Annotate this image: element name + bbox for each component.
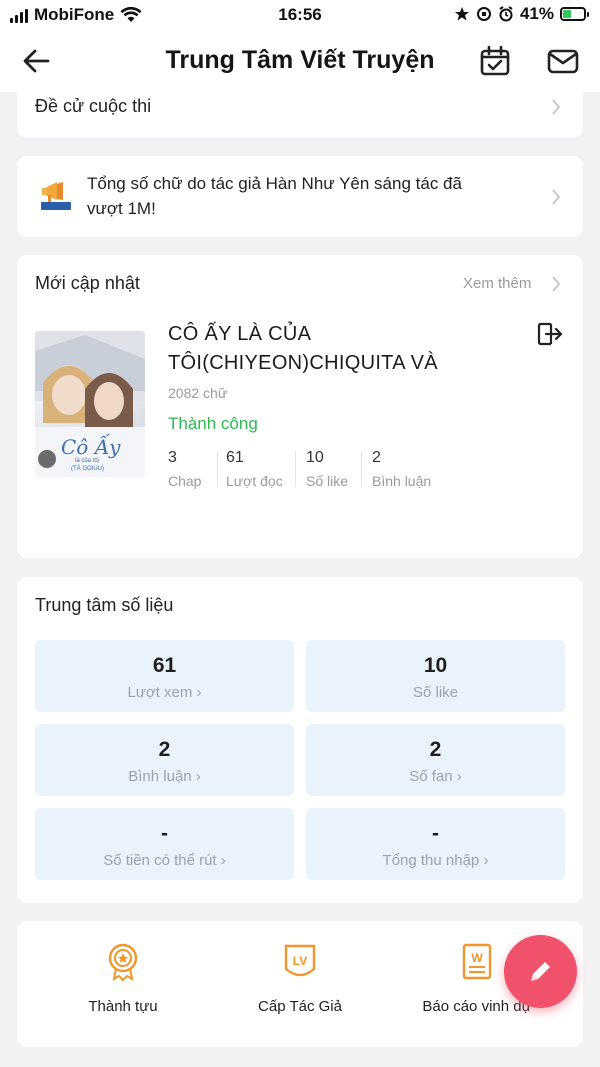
calendar-check-icon[interactable] — [478, 44, 512, 78]
app-header: Trung Tâm Viết Truyện — [0, 30, 600, 92]
metric-label: Tổng thu nhập › — [382, 852, 489, 869]
metric-views[interactable]: 61 Lượt xem › — [35, 640, 294, 712]
announcement-text-1: Tổng số chữ do tác giả Hàn Như Yên sáng … — [87, 174, 462, 193]
stat-chap: 3 Chap — [168, 449, 201, 489]
publish-status: Thành công — [168, 414, 258, 433]
divider — [361, 451, 362, 487]
metric-fans[interactable]: 2 Số fan › — [306, 724, 565, 796]
metrics-card: Trung tâm số liệu 61 Lượt xem › 10 Số li… — [17, 577, 583, 903]
chevron-right-icon[interactable] — [551, 275, 561, 293]
cover-subtitle-2: (TÁ GOIUU) — [71, 466, 104, 472]
stat-value: 2 — [372, 449, 381, 466]
write-fab-button[interactable] — [504, 935, 577, 1008]
metric-label: Số fan › — [409, 768, 462, 785]
cover-subtitle: là của tôi — [75, 458, 100, 464]
word-count: 2082 chữ — [168, 385, 228, 401]
chevron-right-icon: › — [456, 768, 462, 785]
metric-total-income[interactable]: - Tổng thu nhập › — [306, 808, 565, 880]
achievements-button[interactable]: Thành tựu — [48, 943, 198, 1015]
rotation-lock-icon — [476, 7, 491, 21]
svg-text:W: W — [471, 951, 483, 965]
pencil-icon — [531, 962, 550, 981]
metric-value: 10 — [423, 654, 448, 677]
achievements-label: Thành tựu — [88, 998, 158, 1015]
svg-text:LV: LV — [293, 954, 307, 968]
metric-value: 2 — [158, 738, 171, 761]
story-cover[interactable]: Cô Ấy là của tôi (TÁ GOIUU) — [35, 331, 145, 477]
stat-value: 10 — [306, 449, 324, 466]
stat-label: Số like — [306, 473, 349, 489]
metric-likes[interactable]: 10 Số like — [306, 640, 565, 712]
announcement-text-2: vượt 1M! — [87, 199, 156, 218]
medal-icon — [108, 943, 138, 982]
metric-value: - — [432, 822, 439, 845]
alarm-icon — [499, 6, 513, 22]
chevron-right-icon — [552, 189, 561, 205]
author-level-label: Cấp Tác Giả — [258, 998, 342, 1015]
tools-card: Thành tựu LV Cấp Tác Giả W Báo cáo vinh … — [17, 921, 583, 1047]
status-icons: 41% — [454, 4, 589, 24]
metric-label: Lượt xem › — [127, 684, 202, 701]
chevron-right-icon: › — [196, 684, 202, 701]
mail-icon[interactable] — [546, 44, 580, 78]
see-more-link[interactable]: Xem thêm — [463, 275, 531, 292]
metric-value: 2 — [429, 738, 442, 761]
announcement-card[interactable]: Tổng số chữ do tác giả Hàn Như Yên sáng … — [17, 156, 583, 237]
chevron-right-icon: › — [483, 852, 489, 869]
star-icon — [454, 7, 469, 21]
metric-comments[interactable]: 2 Bình luận › — [35, 724, 294, 796]
updates-title: Mới cập nhật — [35, 273, 140, 293]
stat-likes: 10 Số like — [306, 449, 348, 489]
metric-label: Số tiền có thể rút › — [103, 852, 226, 869]
stat-comments: 2 Bình luận — [372, 449, 431, 489]
status-bar: MobiFone 16:56 41% — [0, 0, 600, 30]
stat-reads: 61 Lượt đọc — [226, 449, 283, 489]
stat-value: 61 — [226, 449, 244, 466]
story-title-line-2: TÔI(CHIYEON)CHIQUITA VÀ — [168, 352, 438, 374]
divider — [295, 451, 296, 487]
contest-row[interactable]: Đề cử cuộc thi — [17, 92, 583, 138]
megaphone-icon — [41, 182, 71, 210]
battery-percent: 41% — [519, 4, 554, 23]
chevron-right-icon: › — [220, 852, 226, 869]
author-level-button[interactable]: LV Cấp Tác Giả — [225, 943, 375, 1015]
metric-value: - — [161, 822, 168, 845]
share-exit-icon[interactable] — [537, 321, 563, 347]
stat-value: 3 — [168, 449, 177, 466]
metric-label: Bình luận › — [128, 768, 201, 785]
cover-title: Cô Ấy — [61, 435, 121, 459]
chevron-right-icon — [552, 99, 561, 115]
story-title[interactable]: CÔ ẤY LÀ CỦA TÔI(CHIYEON)CHIQUITA VÀ — [168, 320, 468, 378]
divider — [217, 451, 218, 487]
chevron-right-icon: › — [195, 768, 201, 785]
level-badge-icon: LV — [284, 944, 316, 977]
metric-label: Số like — [412, 684, 459, 701]
battery-icon — [560, 7, 589, 21]
metric-withdrawable[interactable]: - Số tiền có thể rút › — [35, 808, 294, 880]
stat-label: Chap — [168, 473, 202, 489]
contest-label: Đề cử cuộc thi — [35, 96, 152, 116]
story-title-line-1: CÔ ẤY LÀ CỦA — [168, 323, 312, 345]
recent-updates-card: Mới cập nhật Xem thêm Cô Ấy là của tôi (… — [17, 255, 583, 558]
metrics-title: Trung tâm số liệu — [35, 595, 174, 615]
metric-value: 61 — [152, 654, 177, 677]
report-icon: W — [462, 943, 492, 980]
stat-label: Lượt đọc — [226, 473, 283, 489]
stat-label: Bình luận — [372, 473, 432, 489]
